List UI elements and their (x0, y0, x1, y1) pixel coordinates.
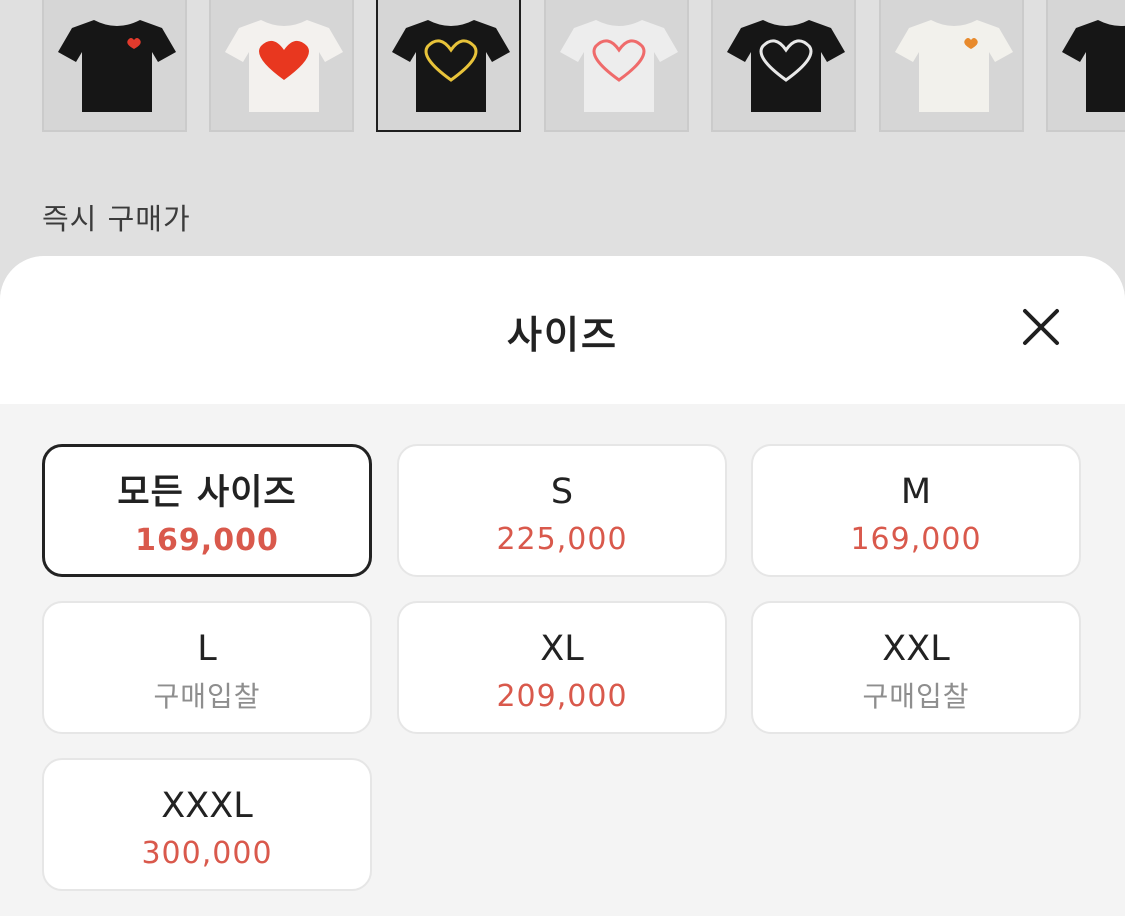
tshirt-image (560, 20, 678, 112)
tshirt-shape (58, 20, 176, 112)
size-option-all[interactable]: 모든 사이즈 169,000 (42, 444, 372, 577)
tshirt-shape (1062, 20, 1125, 112)
tshirt-image (727, 20, 845, 112)
tshirt-image (392, 20, 510, 112)
tshirt-image (895, 20, 1013, 112)
tshirt-image (58, 20, 176, 112)
size-label: S (550, 472, 574, 512)
sheet-header: 사이즈 (0, 256, 1125, 404)
size-label: 모든 사이즈 (117, 473, 297, 513)
tshirt-image (225, 20, 343, 112)
size-price: 300,000 (141, 836, 273, 871)
thumbnail-strip (0, 0, 1125, 140)
size-option-m[interactable]: M 169,000 (751, 444, 1081, 577)
instant-buy-label: 즉시 구매가 (42, 202, 191, 236)
tshirt-shape (392, 20, 510, 112)
size-price: 169,000 (135, 523, 279, 558)
size-label: XXXL (161, 786, 253, 826)
size-label: XXL (882, 629, 950, 669)
size-price: 209,000 (496, 679, 628, 714)
size-label: M (900, 472, 932, 512)
size-label: L (197, 629, 217, 669)
thumbnail[interactable] (544, 0, 689, 132)
close-icon (1023, 309, 1059, 345)
tshirt-image (1062, 20, 1125, 112)
size-option-xxl[interactable]: XXL 구매입찰 (751, 601, 1081, 734)
size-option-xl[interactable]: XL 209,000 (397, 601, 727, 734)
thumbnail[interactable] (209, 0, 354, 132)
size-price: 구매입찰 (862, 680, 970, 713)
sheet-title: 사이즈 (507, 313, 618, 357)
size-price: 구매입찰 (153, 680, 261, 713)
tshirt-shape (560, 20, 678, 112)
product-page: 즉시 구매가 사이즈 모든 사이즈 169,000 S 225,000 M 16… (0, 0, 1125, 916)
thumbnail-selected[interactable] (376, 0, 521, 132)
thumbnail[interactable] (1046, 0, 1125, 132)
thumbnail[interactable] (879, 0, 1024, 132)
size-option-xxxl[interactable]: XXXL 300,000 (42, 758, 372, 891)
size-sheet: 사이즈 모든 사이즈 169,000 S 225,000 M 169,000 L… (0, 256, 1125, 916)
size-price: 169,000 (850, 522, 982, 557)
thumbnail[interactable] (42, 0, 187, 132)
size-option-s[interactable]: S 225,000 (397, 444, 727, 577)
tshirt-shape (895, 20, 1013, 112)
thumbnail[interactable] (711, 0, 856, 132)
close-button[interactable] (1014, 304, 1068, 352)
size-label: XL (540, 629, 584, 669)
size-option-l[interactable]: L 구매입찰 (42, 601, 372, 734)
size-price: 225,000 (496, 522, 628, 557)
tshirt-shape (727, 20, 845, 112)
